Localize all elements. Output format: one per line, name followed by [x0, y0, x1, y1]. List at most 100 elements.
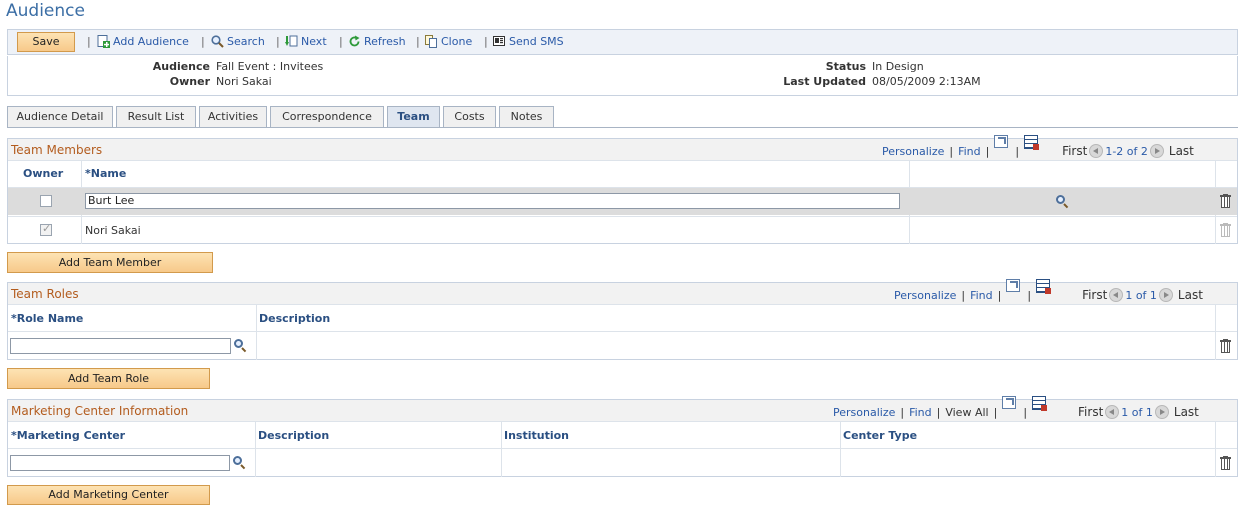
next-arrow-icon[interactable] — [1158, 288, 1173, 302]
refresh-button[interactable]: Refresh — [348, 35, 406, 48]
first-label: First — [1082, 288, 1108, 302]
role-name-column-header[interactable]: *Role Name — [11, 312, 83, 325]
row-range: 1-2 of 2 — [1105, 144, 1148, 158]
tab-correspondence[interactable]: Correspondence — [270, 106, 384, 127]
marketing-center-title: Marketing Center Information — [11, 404, 189, 418]
refresh-label: Refresh — [364, 35, 406, 48]
add-team-member-button[interactable]: Add Team Member — [7, 252, 213, 273]
description-column-header[interactable]: Description — [259, 312, 330, 325]
delete-row-icon[interactable] — [1220, 194, 1231, 208]
description-column-header[interactable]: Description — [258, 429, 329, 442]
refresh-icon — [348, 35, 361, 48]
name-column-header[interactable]: *Name — [85, 167, 126, 180]
save-button[interactable]: Save — [17, 32, 75, 52]
grid-header: Marketing Center Information Personalize… — [8, 396, 1237, 422]
name-value: Nori Sakai — [85, 224, 141, 237]
delete-row-icon[interactable] — [1220, 456, 1231, 470]
marketing-center-column-header[interactable]: *Marketing Center — [11, 429, 125, 442]
page-title: Audience — [6, 1, 85, 21]
tab-notes[interactable]: Notes — [499, 106, 554, 127]
add-team-role-button[interactable]: Add Team Role — [7, 368, 210, 389]
audience-value: Fall Event : Invitees — [216, 60, 324, 73]
download-to-spreadsheet-icon[interactable] — [1024, 135, 1040, 150]
team-members-title: Team Members — [11, 143, 103, 157]
personalize-link[interactable]: Personalize — [894, 289, 956, 302]
table-row: Burt Lee — [8, 188, 1237, 215]
marketing-center-grid: Marketing Center Information Personalize… — [7, 396, 1238, 477]
clone-icon — [425, 35, 438, 48]
grid-header: Team Roles Personalize | Find | | First … — [8, 279, 1237, 305]
owner-checkbox[interactable] — [40, 195, 52, 207]
last-label: Last — [1168, 144, 1194, 158]
grid-navigation: Personalize | Find | | First 1 of 1 Last — [894, 279, 1203, 302]
next-arrow-icon[interactable] — [1154, 405, 1169, 419]
owner-checkbox-disabled — [40, 222, 52, 236]
toolbar-separator: | — [201, 35, 205, 48]
lookup-icon[interactable] — [1055, 194, 1069, 209]
tab-audience-detail[interactable]: Audience Detail — [7, 106, 113, 127]
search-icon — [211, 35, 224, 48]
tab-activities[interactable]: Activities — [199, 106, 267, 127]
last-label: Last — [1173, 405, 1199, 419]
clone-label: Clone — [441, 35, 473, 48]
role-name-input[interactable] — [10, 338, 231, 354]
add-marketing-center-button[interactable]: Add Marketing Center — [7, 485, 210, 505]
last-updated-label: Last Updated — [783, 75, 866, 88]
toolbar-separator: | — [339, 35, 343, 48]
table-row — [8, 332, 1237, 360]
last-label: Last — [1177, 288, 1203, 302]
send-sms-label: Send SMS — [509, 35, 564, 48]
add-audience-label: Add Audience — [113, 35, 189, 48]
download-to-spreadsheet-icon[interactable] — [1032, 396, 1048, 411]
marketing-center-input[interactable] — [10, 455, 230, 471]
view-in-new-window-icon[interactable] — [1002, 396, 1017, 409]
delete-row-icon-disabled — [1220, 223, 1231, 237]
lookup-icon[interactable] — [232, 455, 246, 470]
institution-column-header[interactable]: Institution — [504, 429, 569, 442]
view-in-new-window-icon[interactable] — [994, 135, 1009, 148]
name-input[interactable]: Burt Lee — [85, 193, 900, 209]
next-button[interactable]: Next — [285, 35, 327, 48]
toolbar: Save | Add Audience | Search | Next | Re… — [7, 29, 1238, 55]
find-link[interactable]: Find — [958, 145, 981, 158]
download-to-spreadsheet-icon[interactable] — [1036, 279, 1052, 294]
team-members-grid: Team Members Personalize | Find | | Firs… — [7, 135, 1238, 244]
owner-label: Owner — [169, 75, 210, 88]
tab-divider — [7, 127, 1238, 128]
search-button[interactable]: Search — [211, 35, 265, 48]
tab-result-list[interactable]: Result List — [116, 106, 196, 127]
row-range: 1 of 1 — [1125, 288, 1157, 302]
search-label: Search — [227, 35, 265, 48]
view-all-link[interactable]: View All — [945, 406, 988, 419]
personalize-link[interactable]: Personalize — [882, 145, 944, 158]
owner-link[interactable]: Nori Sakai — [216, 75, 272, 88]
clone-button[interactable]: Clone — [425, 35, 472, 48]
next-label: Next — [301, 35, 327, 48]
last-updated-value: 08/05/2009 2:13AM — [872, 75, 981, 88]
toolbar-separator: | — [416, 35, 420, 48]
view-in-new-window-icon[interactable] — [1006, 279, 1021, 292]
add-audience-button[interactable]: Add Audience — [97, 35, 189, 48]
table-row — [8, 449, 1237, 477]
owner-column-header: Owner — [23, 167, 64, 180]
personalize-link[interactable]: Personalize — [833, 406, 895, 419]
find-link[interactable]: Find — [970, 289, 993, 302]
row-range: 1 of 1 — [1121, 405, 1153, 419]
status-label: Status — [825, 60, 866, 73]
toolbar-separator: | — [87, 35, 91, 48]
tab-costs[interactable]: Costs — [443, 106, 496, 127]
grid-navigation: Personalize | Find | View All | | First … — [833, 396, 1199, 419]
previous-arrow-icon[interactable] — [1109, 288, 1124, 302]
center-type-column-header[interactable]: Center Type — [843, 429, 917, 442]
previous-arrow-icon[interactable] — [1105, 405, 1120, 419]
delete-row-icon[interactable] — [1220, 339, 1231, 353]
send-sms-button[interactable]: Send SMS — [493, 35, 564, 48]
grid-header: Team Members Personalize | Find | | Firs… — [8, 135, 1237, 161]
lookup-icon[interactable] — [233, 338, 247, 353]
previous-arrow-icon[interactable] — [1089, 144, 1104, 158]
audience-label: Audience — [152, 60, 210, 73]
tab-team[interactable]: Team — [387, 106, 440, 128]
find-link[interactable]: Find — [909, 406, 932, 419]
next-arrow-icon[interactable] — [1149, 144, 1164, 158]
next-icon — [285, 35, 298, 48]
